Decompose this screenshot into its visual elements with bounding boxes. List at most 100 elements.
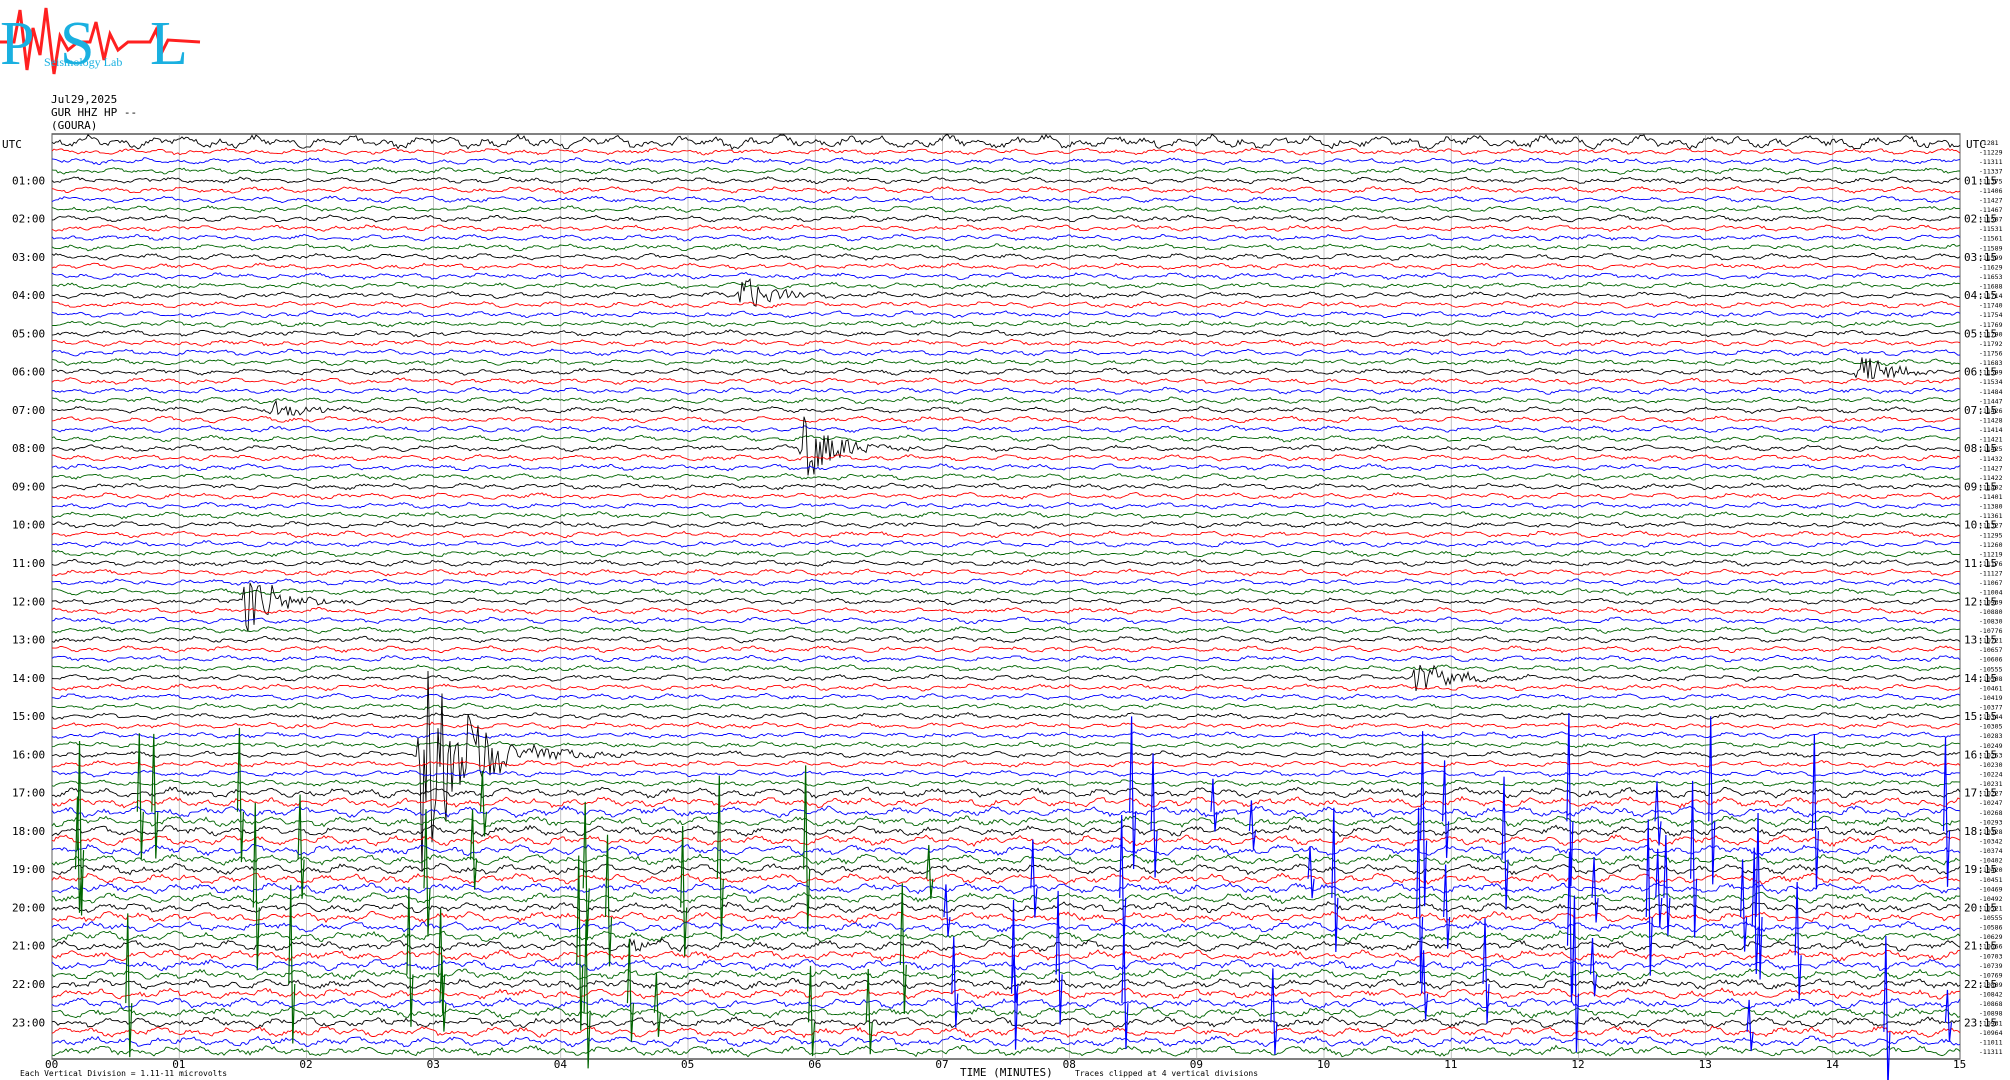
left-hour-label: 15:00 — [12, 710, 45, 723]
trace-offset-label: -10249 — [1979, 742, 2003, 750]
trace-offset-label: -11402 — [1979, 483, 2003, 491]
trace-line — [51, 157, 1961, 166]
trace-line — [51, 176, 1961, 185]
trace-line — [51, 616, 1961, 625]
trace-offset-label: -11467 — [1979, 206, 2003, 214]
trace-offset-label: -11311 — [1979, 158, 2003, 166]
trace-line — [51, 635, 1961, 644]
noise-spike — [1129, 716, 1137, 870]
trace-offset-label: -11653 — [1979, 273, 2003, 281]
trace-offset-label: -10555 — [1979, 914, 2003, 922]
x-tick-label: 13 — [1699, 1058, 1712, 1071]
trace-offset-label: -11421 — [1979, 436, 2003, 444]
trace-line — [51, 185, 1961, 194]
trace-line — [51, 910, 1961, 924]
trace-offset-label: -10721 — [1979, 637, 2003, 645]
trace-line — [51, 853, 1961, 866]
trace-offset-label: -10508 — [1979, 675, 2003, 683]
trace-offset-label: -10461 — [1979, 684, 2003, 692]
trace-offset-label: -11754 — [1979, 311, 2003, 319]
trace-offset-label: -11337 — [1979, 168, 2003, 176]
trace-offset-label: -11229 — [1979, 149, 2003, 157]
trace-offset-label: -11629 — [1979, 263, 2003, 271]
trace-offset-label: -11219 — [1979, 550, 2003, 558]
trace-offset-label: -10492 — [1979, 895, 2003, 903]
trace-offset-label: -11422 — [1979, 474, 2003, 482]
x-tick-label: 05 — [681, 1058, 694, 1071]
noise-spike — [151, 733, 159, 859]
trace-offset-label: -11004 — [1979, 589, 2003, 597]
trace-line — [51, 824, 1961, 838]
trace-offset-label: -11683 — [1979, 359, 2003, 367]
trace-line — [51, 683, 1961, 692]
noise-spike — [926, 844, 934, 900]
left-hour-label: 06:00 — [12, 366, 45, 379]
trace-offset-label: -11507 — [1979, 216, 2003, 224]
noise-spike — [576, 855, 584, 1031]
noise-spike — [1307, 846, 1315, 899]
trace-offset-label: -10898 — [1979, 1010, 2003, 1018]
trace-line — [51, 712, 1961, 721]
noise-spike — [1689, 780, 1698, 938]
trace-line — [51, 415, 1961, 424]
trace-line — [51, 769, 1961, 778]
trace-line — [51, 453, 1961, 462]
trace-line — [51, 204, 1961, 213]
trace-offset-label: -10521 — [1979, 904, 2003, 912]
trace-line — [52, 862, 1961, 876]
trace-line — [52, 501, 1960, 510]
trace-offset-label: -11427 — [1979, 196, 2003, 204]
trace-line — [51, 1044, 1961, 1058]
trace-offset-label: -10247 — [1979, 799, 2003, 807]
trace-offset-label: -11756 — [1979, 350, 2003, 358]
x-tick-label: 10 — [1317, 1058, 1330, 1071]
left-hour-label: 17:00 — [12, 787, 45, 800]
trace-offset-label: -11561 — [1979, 235, 2003, 243]
trace-line — [51, 214, 1961, 223]
trace-offset-label: -10939 — [1979, 598, 2003, 606]
trace-line — [51, 843, 1961, 857]
trace-line — [51, 702, 1961, 711]
trace-line — [51, 937, 1961, 953]
x-tick-label: 15 — [1953, 1058, 1966, 1071]
trace-offset-label: -10769 — [1979, 971, 2003, 979]
trace-line — [51, 891, 1961, 905]
trace-offset-label: -11790 — [1979, 330, 2003, 338]
trace-offset-label: -10809 — [1979, 981, 2003, 989]
trace-offset-label: -11176 — [1979, 560, 2003, 568]
left-hour-label: 21:00 — [12, 940, 45, 953]
trace-line — [51, 147, 1961, 156]
left-hour-label: 16:00 — [12, 748, 45, 761]
x-tick-label: 12 — [1571, 1058, 1584, 1071]
trace-line — [51, 310, 1961, 319]
trace-offset-label: -10230 — [1979, 761, 2003, 769]
trace-offset-label: -11361 — [1979, 512, 2003, 520]
x-tick-label: 14 — [1826, 1058, 1840, 1071]
trace-offset-label: -10586 — [1979, 924, 2003, 932]
trace-offset-label: -11432 — [1979, 455, 2003, 463]
trace-offset-label: -11311 — [1979, 1048, 2003, 1056]
noise-spike — [653, 972, 662, 1037]
noise-spike — [1645, 819, 1653, 976]
left-hour-label: 04:00 — [12, 289, 45, 302]
noise-spike — [288, 884, 296, 1044]
trace-line — [51, 463, 1961, 472]
left-axis-title: UTC — [2, 138, 22, 151]
trace-line — [51, 626, 1961, 635]
trace-offset-label: -10283 — [1979, 732, 2003, 740]
trace-line — [51, 300, 1961, 309]
x-tick-label: 03 — [427, 1058, 440, 1071]
trace-line — [51, 252, 1961, 261]
trace-line — [51, 491, 1961, 500]
left-hour-label: 19:00 — [12, 863, 45, 876]
noise-spike — [1591, 856, 1599, 923]
left-hour-label: 22:00 — [12, 978, 45, 991]
trace-line — [51, 166, 1961, 175]
trace-line — [51, 243, 1961, 252]
trace-offset-label: -10344 — [1979, 713, 2003, 721]
trace-offset-label: -10657 — [1979, 646, 2003, 654]
trace-line — [51, 511, 1961, 520]
trace-offset-label: -10293 — [1979, 818, 2003, 826]
trace-offset-label: -10776 — [1979, 627, 2003, 635]
trace-line — [51, 786, 1961, 799]
